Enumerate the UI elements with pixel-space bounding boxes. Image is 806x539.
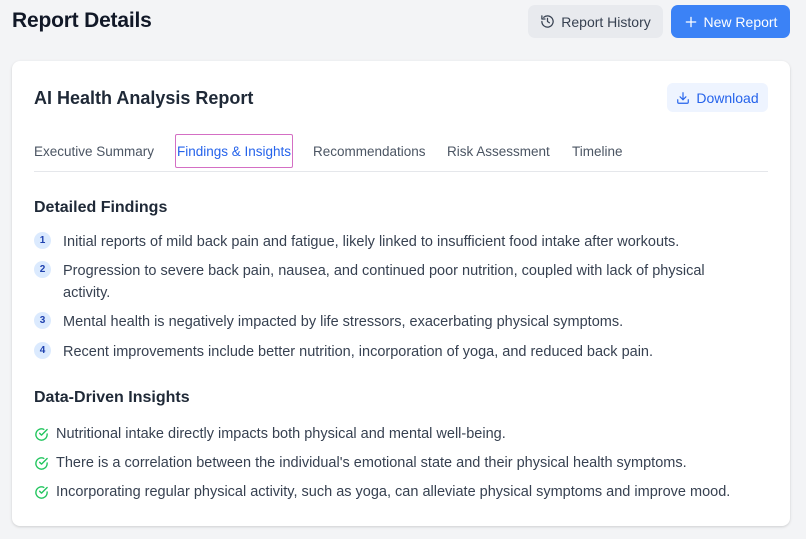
finding-number-badge: 2 <box>34 261 51 278</box>
download-label: Download <box>696 89 759 106</box>
insight-text: There is a correlation between the indiv… <box>56 455 687 471</box>
history-icon <box>540 14 555 29</box>
insight-item: There is a correlation between the indiv… <box>34 453 774 473</box>
report-title: AI Health Analysis Report <box>34 88 254 108</box>
new-report-button[interactable]: New Report <box>671 5 790 38</box>
download-button[interactable]: Download <box>667 83 768 112</box>
plus-icon <box>684 15 698 29</box>
new-report-label: New Report <box>703 13 778 30</box>
findings-title: Detailed Findings <box>34 199 168 216</box>
tab-executive-summary[interactable]: Executive Summary <box>34 134 154 168</box>
finding-text: Recent improvements include better nutri… <box>63 344 654 360</box>
finding-text: Mental health is negatively impacted by … <box>63 314 624 330</box>
tab-findings-insights[interactable]: Findings & Insights <box>175 134 294 168</box>
finding-text: Progression to severe back pain, nausea,… <box>63 263 705 301</box>
insight-text: Incorporating regular physical activity,… <box>56 484 731 500</box>
report-card: AI Health Analysis Report Download Execu… <box>12 61 790 526</box>
finding-number-badge: 1 <box>34 232 51 249</box>
check-circle-icon <box>35 485 48 499</box>
insight-text: Nutritional intake directly impacts both… <box>56 426 506 442</box>
page: Report Details Report History New Report… <box>0 0 806 539</box>
report-history-label: Report History <box>561 13 651 30</box>
finding-text: Initial reports of mild back pain and fa… <box>63 234 680 250</box>
report-history-button[interactable]: Report History <box>528 5 663 38</box>
finding-item: 2 Progression to severe back pain, nause… <box>34 260 754 304</box>
finding-number-badge: 3 <box>34 312 51 329</box>
finding-number-badge: 4 <box>34 342 51 359</box>
check-circle-icon <box>35 456 48 470</box>
insight-item: Incorporating regular physical activity,… <box>34 482 774 502</box>
finding-item: 4 Recent improvements include better nut… <box>34 341 754 363</box>
tab-bar: Executive Summary Findings & Insights Re… <box>34 134 768 172</box>
finding-item: 1 Initial reports of mild back pain and … <box>34 231 754 253</box>
tab-timeline[interactable]: Timeline <box>572 134 623 168</box>
insight-item: Nutritional intake directly impacts both… <box>34 424 774 444</box>
tab-recommendations[interactable]: Recommendations <box>313 134 426 168</box>
download-icon <box>676 91 690 105</box>
tab-risk-assessment[interactable]: Risk Assessment <box>447 134 550 168</box>
page-title: Report Details <box>12 9 152 32</box>
check-circle-icon <box>35 427 48 441</box>
insights-title: Data-Driven Insights <box>34 389 190 406</box>
finding-item: 3 Mental health is negatively impacted b… <box>34 311 754 333</box>
